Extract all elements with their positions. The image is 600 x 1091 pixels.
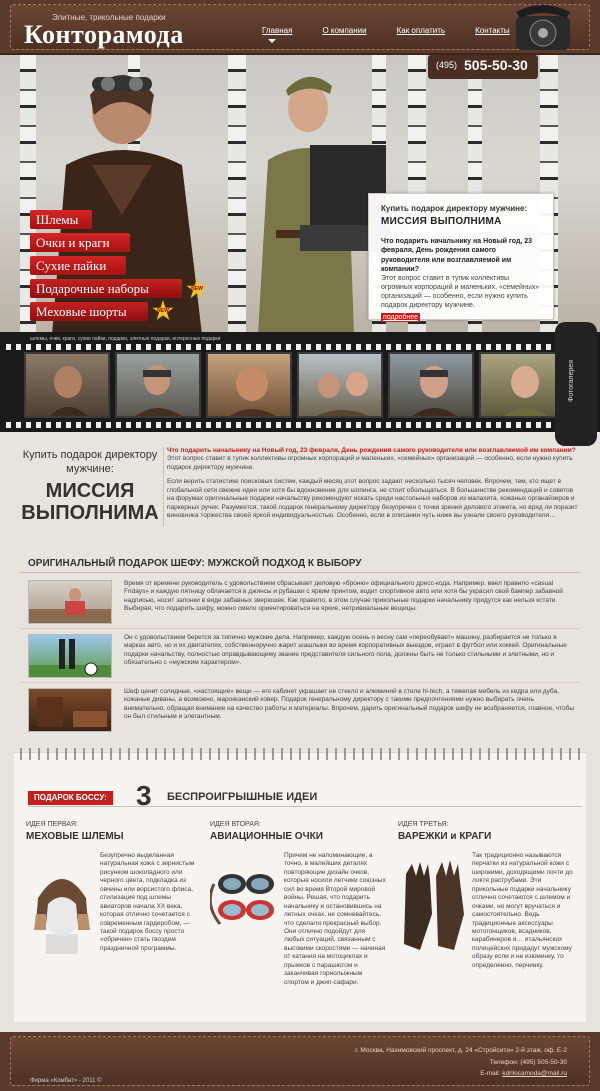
promo-question: Что подарить начальнику на Новый год, 23… (381, 238, 533, 273)
menu-gift-sets[interactable]: Подарочные наборы (30, 279, 182, 298)
idea-description: Безупречно выделанная натуральная кожа с… (100, 852, 195, 952)
film-sprockets (6, 422, 566, 428)
phone-code: (495) (436, 60, 458, 70)
gallery-frames (24, 352, 565, 418)
article-subtitle: Купить подарок директору мужчине: (22, 449, 158, 476)
article-paragraph: Что подарить начальнику на Новый год, 23… (167, 447, 581, 472)
phone-number: 505-50-30 (464, 57, 528, 73)
idea-item: ИДЕЯ ТРЕТЬЯ: ВАРЕЖКИ и КРАГИ Так традици… (398, 820, 578, 969)
article-lead: Что подарить начальнику на Новый год, 23… (167, 447, 576, 454)
ideas-number: 3 (136, 780, 152, 811)
promo-card: Купить подарок директору мужчине: МИССИЯ… (368, 193, 554, 323)
promo-headline: МИССИЯ ВЫПОЛНИМА (381, 216, 502, 228)
gallery-thumb[interactable] (479, 352, 565, 418)
menu-goggles-gloves[interactable]: Очки и краги (30, 233, 130, 252)
footer-email-label: E-mail: (480, 1070, 501, 1077)
article-body: Что подарить начальнику на Новый год, 23… (163, 447, 581, 527)
gallery-thumb[interactable] (24, 352, 110, 418)
site-logo[interactable]: Контоpамода (24, 18, 184, 52)
phone-header[interactable]: (495) 505-50-30 (428, 55, 538, 79)
promo-title: Купить подарок директору мужчине: (381, 204, 528, 213)
gallery-thumb[interactable] (115, 352, 201, 418)
feature-text: Шеф ценит солидные, «настоящие» вещи — е… (124, 688, 575, 721)
divider (28, 806, 582, 807)
footer-address: г. Москва, Нахимовский проспект, д. 24 «… (355, 1047, 567, 1054)
aviation-goggles-image (210, 874, 274, 925)
gallery-thumb[interactable] (206, 352, 292, 418)
nav-home[interactable]: Главная (262, 26, 292, 44)
film-sprockets (6, 344, 566, 350)
divider (20, 572, 580, 573)
idea-name[interactable]: МЕХОВЫЕ ШЛЕМЫ (26, 830, 206, 843)
footer-phone: Телефон: (495) 505-50-30 (489, 1059, 567, 1066)
idea-kicker: ИДЕЯ ТРЕТЬЯ: (398, 821, 449, 828)
cabinet-photo (28, 688, 112, 732)
idea-description: Так традиционно называются перчатки из н… (472, 852, 573, 969)
promo-more-link[interactable]: подробнее (381, 313, 421, 323)
photo-gallery-strip: шлемы, очки, краги, сухие пайки, подарки… (0, 332, 600, 432)
gallery-caption: шлемы, очки, краги, сухие пайки, подарки… (30, 336, 221, 342)
menu-fur-shorts[interactable]: Меховые шорты (30, 302, 148, 321)
gallery-thumb[interactable] (297, 352, 383, 418)
office-man-photo (28, 580, 112, 624)
idea-item: ИДЕЯ ВТОРАЯ: АВИАЦИОННЫЕ ОЧКИ Причем не … (210, 820, 390, 986)
leather-gloves-image (404, 860, 464, 950)
nav-payment[interactable]: Как оплатить (397, 26, 446, 36)
ideas-title: БЕСПРОИГРЫШНЫЕ ИДЕИ (167, 791, 318, 803)
divider (20, 628, 580, 629)
divider (20, 682, 580, 683)
section-title: ОРИГИНАЛЬНЫЙ ПОДАРОК ШЕФУ: МУЖСКОЙ ПОДХО… (28, 558, 362, 569)
nav-contacts[interactable]: Контакты (475, 26, 510, 36)
footer-email-link[interactable]: kdrilocamoda@mail.ru (502, 1070, 567, 1077)
idea-kicker: ИДЕЯ ПЕРВАЯ: (26, 821, 78, 828)
fur-helmet-image (34, 879, 90, 954)
idea-name[interactable]: ВАРЕЖКИ и КРАГИ (398, 830, 578, 843)
football-photo (28, 634, 112, 678)
gallery-label[interactable]: Фотогалерея (567, 360, 576, 402)
boss-badge: ПОДАРОК БОССУ: (28, 791, 113, 806)
article-headline: МИССИЯ ВЫПОЛНИМА (21, 479, 159, 524)
nav-about[interactable]: О компании (322, 26, 366, 36)
idea-kicker: ИДЕЯ ВТОРАЯ: (210, 821, 261, 828)
article-lead-rest: Этот вопрос ставит в тупик коллективы ог… (167, 455, 573, 471)
footer-email: E-mail: kdrilocamoda@mail.ru (480, 1070, 567, 1078)
gallery-thumb[interactable] (388, 352, 474, 418)
menu-helmets[interactable]: Шлемы (30, 210, 92, 229)
idea-item: ИДЕЯ ПЕРВАЯ: МЕХОВЫЕ ШЛЕМЫ Безупречно вы… (26, 820, 206, 954)
notebook-spiral (20, 748, 580, 760)
footer-copyright: Фирма «Комбат» - 2011 © (30, 1078, 102, 1084)
article-heading-block: Купить подарок директору мужчине: МИССИЯ… (20, 448, 160, 524)
birch-tree (228, 55, 246, 335)
idea-name[interactable]: АВИАЦИОННЫЕ ОЧКИ (210, 830, 390, 843)
article-paragraph: Если верить статистике поисковых систем,… (167, 478, 578, 520)
rotary-phone-icon (516, 5, 570, 50)
feature-text: Время от времени руководитель с удовольс… (124, 580, 563, 613)
main-nav: Главная О компании Как оплатить Контакты (262, 26, 540, 44)
idea-description: Причем не напоминающие, а точно, в малей… (284, 852, 386, 986)
feature-text: Он с удовольствием берется за типично му… (124, 634, 567, 667)
promo-answer: Этот вопрос ставит в тупик коллективы ог… (381, 274, 540, 310)
menu-dry-rations[interactable]: Сухие пайки (30, 256, 126, 275)
